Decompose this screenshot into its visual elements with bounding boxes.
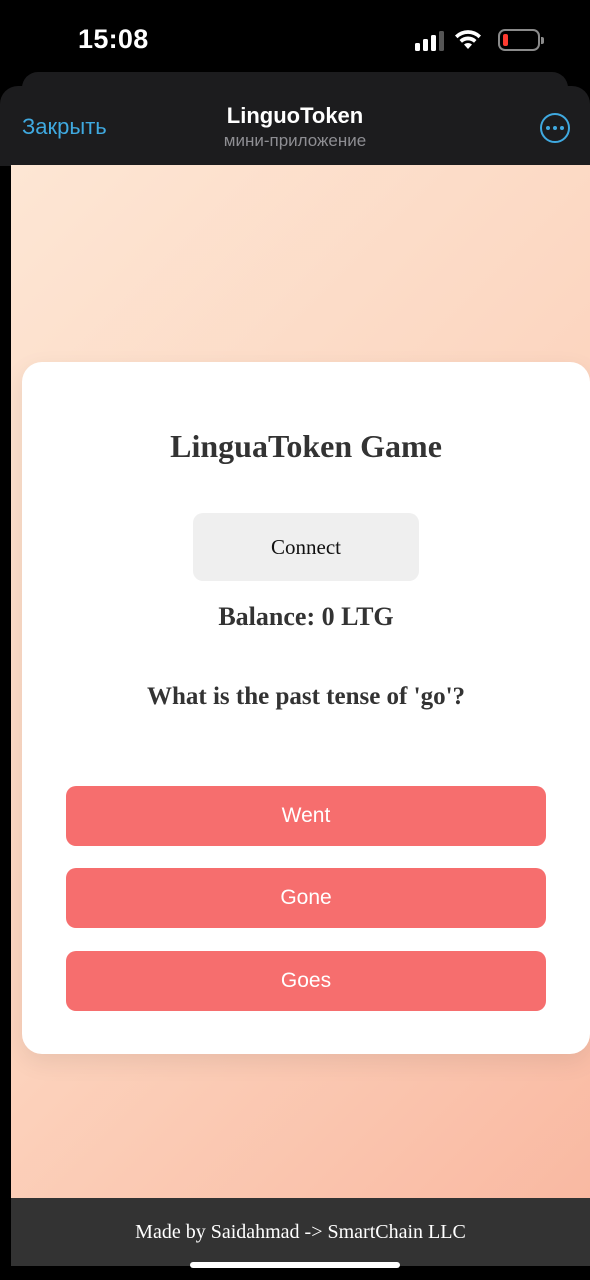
footer-text: Made by Saidahmad -> SmartChain LLC — [135, 1220, 466, 1243]
question-text: What is the past tense of 'go'? — [146, 683, 466, 710]
cellular-signal-icon — [415, 29, 444, 51]
connect-button[interactable]: Connect — [193, 513, 419, 581]
mini-app-header: Закрыть LinguoToken мини-приложение — [0, 86, 590, 166]
status-bar: 15:08 — [0, 0, 590, 78]
status-icons — [415, 28, 544, 52]
answer-button-gone[interactable]: Gone — [66, 868, 546, 928]
status-time: 15:08 — [78, 24, 149, 54]
home-indicator[interactable] — [190, 1262, 400, 1268]
battery-icon — [498, 29, 544, 51]
balance-text: Balance: 0 LTG — [218, 602, 394, 631]
app-title: LinguoToken — [226, 103, 364, 128]
game-card: LinguaToken Game Connect Balance: 0 LTG … — [22, 362, 590, 1054]
app-subtitle: мини-приложение — [223, 131, 367, 150]
more-dots-icon[interactable] — [540, 113, 570, 143]
wifi-icon — [455, 30, 481, 49]
web-content: LinguaToken Game Connect Balance: 0 LTG … — [11, 165, 590, 1198]
answer-button-goes[interactable]: Goes — [66, 951, 546, 1011]
footer: Made by Saidahmad -> SmartChain LLC — [11, 1198, 590, 1266]
game-title: LinguaToken Game — [170, 428, 442, 464]
answer-button-went[interactable]: Went — [66, 786, 546, 846]
